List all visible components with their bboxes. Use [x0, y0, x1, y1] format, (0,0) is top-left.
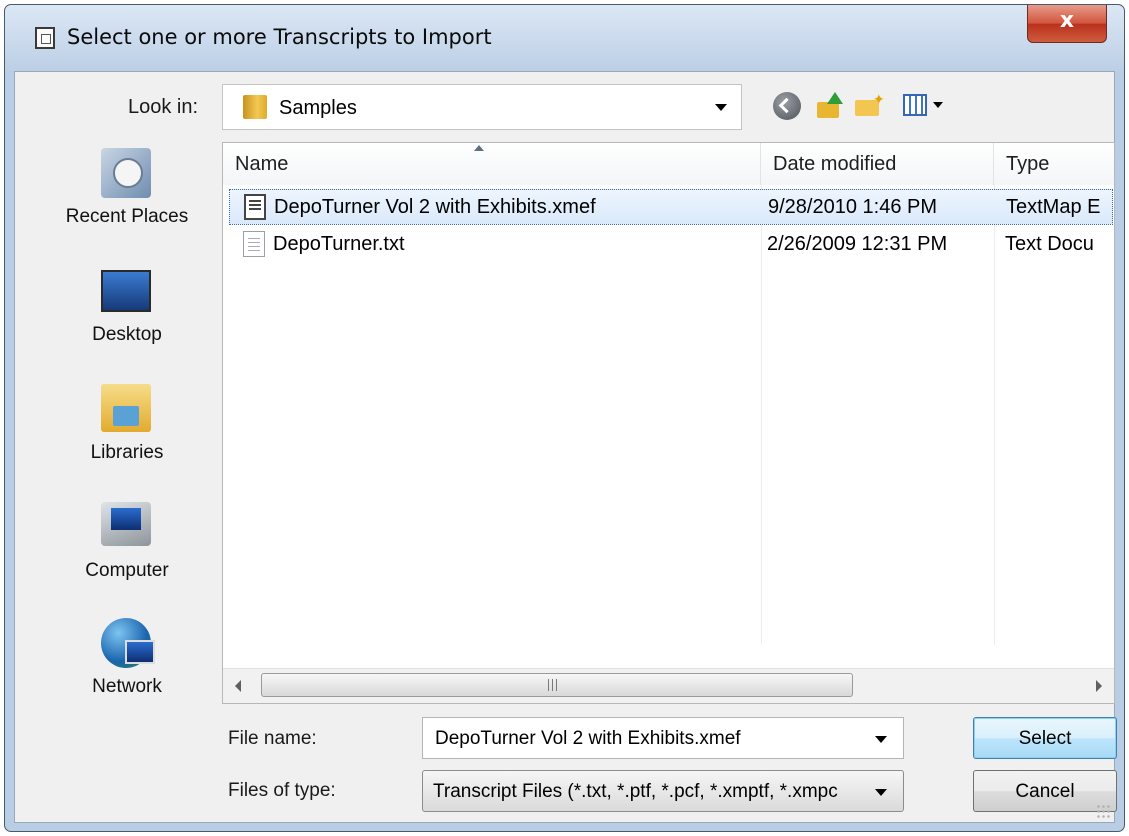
file-date: 2/26/2009 12:31 PM [767, 233, 948, 255]
look-in-label: Look in: [128, 96, 199, 118]
file-name: DepoTurner Vol 2 with Exhibits.xmef [274, 196, 596, 218]
new-folder-icon[interactable]: ✦ [855, 92, 885, 120]
places-bar: Recent Places Desktop Libraries Computer… [39, 142, 215, 712]
chevron-down-icon[interactable] [875, 789, 887, 796]
chevron-down-icon[interactable] [715, 104, 727, 111]
text-file-icon [243, 231, 265, 257]
place-label: Network [92, 676, 162, 697]
file-row[interactable]: DepoTurner.txt 2/26/2009 12:31 PM Text D… [229, 227, 1113, 263]
up-folder-icon[interactable] [815, 92, 843, 120]
file-name-field[interactable]: DepoTurner Vol 2 with Exhibits.xmef [422, 717, 904, 759]
network-icon [101, 618, 155, 668]
place-computer[interactable]: Computer [39, 496, 215, 606]
place-desktop[interactable]: Desktop [39, 260, 215, 370]
close-button[interactable]: x [1027, 5, 1107, 43]
horizontal-scrollbar[interactable] [223, 668, 1114, 703]
column-header-name[interactable]: Name [223, 143, 761, 185]
file-type-label: Files of type: [228, 780, 336, 801]
xmef-file-icon [244, 194, 266, 220]
scroll-grip-icon [548, 679, 560, 691]
views-menu-icon[interactable] [903, 92, 949, 120]
resize-grip-icon[interactable] [1096, 804, 1110, 818]
file-list[interactable]: Name Date modified Type DepoTurner Vol 2… [222, 142, 1115, 704]
file-row[interactable]: DepoTurner Vol 2 with Exhibits.xmef 9/28… [229, 189, 1113, 225]
sort-ascending-icon [474, 145, 484, 151]
file-date: 9/28/2010 1:46 PM [768, 196, 938, 218]
dialog-body: Look in: Samples ✦ Recent Places Desktop… [14, 71, 1117, 823]
libraries-icon [101, 384, 151, 432]
place-label: Libraries [90, 442, 164, 463]
recent-places-icon [101, 148, 151, 198]
column-header-date-modified[interactable]: Date modified [761, 143, 994, 185]
scrollbar-thumb[interactable] [261, 673, 853, 697]
folder-icon [243, 95, 267, 119]
file-name-label: File name: [228, 728, 317, 749]
place-libraries[interactable]: Libraries [39, 378, 215, 488]
column-label: Type [1006, 153, 1050, 175]
look-in-value: Samples [279, 97, 357, 119]
computer-icon [101, 502, 151, 546]
app-icon [35, 27, 55, 49]
dialog-window: Select one or more Transcripts to Import… [4, 4, 1125, 832]
select-button[interactable]: Select [973, 717, 1117, 759]
dialog-title: Select one or more Transcripts to Import [67, 25, 492, 49]
place-network[interactable]: Network [39, 612, 215, 722]
column-label: Date modified [773, 153, 897, 175]
chevron-down-icon[interactable] [875, 736, 887, 743]
place-label: Desktop [92, 324, 162, 345]
back-icon[interactable] [773, 92, 801, 120]
column-header-type[interactable]: Type [994, 143, 1114, 185]
file-type: Text Docu [1005, 233, 1094, 255]
file-type-dropdown[interactable]: Transcript Files (*.txt, *.ptf, *.pcf, *… [422, 770, 904, 812]
place-label: Recent Places [65, 206, 189, 227]
title-bar[interactable]: Select one or more Transcripts to Import… [5, 5, 1124, 71]
look-in-dropdown[interactable]: Samples [222, 84, 742, 130]
file-type: TextMap E [1006, 196, 1101, 218]
scroll-right-icon[interactable] [1096, 680, 1102, 692]
file-name-value: DepoTurner Vol 2 with Exhibits.xmef [435, 728, 741, 749]
place-recent-places[interactable]: Recent Places [39, 142, 215, 252]
place-label: Computer [85, 560, 169, 581]
file-type-value: Transcript Files (*.txt, *.ptf, *.pcf, *… [433, 781, 838, 802]
column-label: Name [235, 153, 289, 175]
scroll-left-icon[interactable] [235, 680, 241, 692]
desktop-icon [101, 270, 151, 312]
file-name: DepoTurner.txt [273, 233, 405, 255]
close-icon: x [1059, 8, 1075, 33]
